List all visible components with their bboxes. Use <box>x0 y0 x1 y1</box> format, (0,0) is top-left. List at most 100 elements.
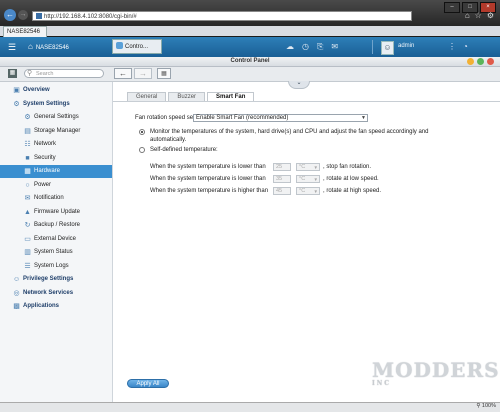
chevron-down-icon: ▼ <box>313 165 318 170</box>
temp-value-input[interactable]: 45 <box>273 187 291 195</box>
sidebar-item-label: Storage Manager <box>34 127 81 134</box>
settings-gear-icon[interactable]: ⚙ <box>487 11 494 20</box>
sidebar-item-label: Backup / Restore <box>34 222 81 228</box>
network-icon: ☷ <box>24 141 31 148</box>
sidebar-item-network[interactable]: ☷ Network <box>0 138 112 151</box>
temp-unit-value: °C <box>299 176 306 182</box>
url-text: http://192.168.4.102:8080/cgi-bin/# <box>44 14 137 20</box>
general-settings-icon: ⚙ <box>24 114 31 121</box>
logs-icon: ☰ <box>24 262 31 270</box>
close-button[interactable] <box>487 58 494 65</box>
temp-unit-select[interactable]: °C ▼ <box>296 163 320 171</box>
maximize-button[interactable] <box>477 58 484 65</box>
background-task-icon[interactable]: ◷ <box>302 42 309 52</box>
control-panel-icon <box>116 42 123 49</box>
sidebar-item-general-settings[interactable]: ⚙ General Settings <box>0 111 112 124</box>
sidebar-item-privilege-settings[interactable]: ☺ Privilege Settings <box>0 273 112 286</box>
zoom-level[interactable]: ⚲ 100% <box>476 403 496 410</box>
external-device-icon[interactable]: ⎘ <box>317 42 323 52</box>
apply-all-button[interactable]: Apply All <box>127 379 169 388</box>
temp-unit-value: °C <box>299 188 306 194</box>
watermark-logo: MODDERS INC <box>372 360 499 400</box>
temp-unit-select[interactable]: °C ▼ <box>296 187 320 195</box>
fan-mode-select[interactable]: Enable Smart Fan (recommended) ▼ <box>193 114 368 122</box>
sidebar-item-external-device[interactable]: ▭ External Device <box>0 233 112 246</box>
view-toggle-icon[interactable]: ▦ <box>8 69 17 78</box>
notification-icon[interactable]: ✉ <box>331 42 338 52</box>
sidebar-item-applications[interactable]: ▩ Applications <box>0 300 112 313</box>
sidebar: ▣ Overview ⚙ System Settings ⚙ General Settin… <box>0 82 113 402</box>
smart-fan-radio[interactable] <box>139 129 145 135</box>
sidebar-item-power[interactable]: ○ Power <box>0 179 112 192</box>
self-defined-radio[interactable] <box>139 147 145 153</box>
forward-button[interactable]: → <box>134 68 152 79</box>
topbar-divider <box>372 40 373 54</box>
search-input[interactable]: Search <box>24 69 104 78</box>
cloud-icon[interactable]: ☁ <box>286 42 294 52</box>
favorites-icon[interactable]: ☆ <box>475 11 482 20</box>
grid-view-icon[interactable]: ▦ <box>157 68 171 79</box>
temp-row-prefix: When the system temperature is lower tha… <box>150 164 266 170</box>
sidebar-item-system-logs[interactable]: ☰ System Logs <box>0 260 112 273</box>
sidebar-item-security[interactable]: ■ Security <box>0 152 112 165</box>
username-menu[interactable]: admin <box>398 43 414 49</box>
browser-back-button[interactable]: ← <box>4 9 16 21</box>
backup-icon: ↻ <box>24 222 31 229</box>
sidebar-item-network-services[interactable]: ◎ Network Services <box>0 287 112 300</box>
qts-top-bar <box>0 37 500 57</box>
external-device-icon: ▭ <box>24 235 31 243</box>
desktop-home-button[interactable]: ⌂ NASE82546 <box>28 40 69 54</box>
sidebar-item-label: Network <box>34 141 57 147</box>
window-title: Control Panel <box>230 58 270 64</box>
sidebar-item-overview[interactable]: ▣ Overview <box>0 84 112 97</box>
sidebar-item-label: Applications <box>23 303 60 309</box>
temp-value-input[interactable]: 25 <box>273 163 291 171</box>
content-tabs: General Buzzer Smart Fan <box>127 92 255 102</box>
temp-value-input[interactable]: 35 <box>273 175 291 183</box>
minimize-window-button[interactable]: – <box>444 2 460 13</box>
back-button[interactable]: ← <box>114 68 132 79</box>
window-buttons <box>467 58 494 65</box>
sidebar-item-system-settings[interactable]: ⚙ System Settings <box>0 98 112 111</box>
smart-fan-option-label: Monitor the temperatures of the system, … <box>150 129 429 135</box>
address-bar[interactable]: http://192.168.4.102:8080/cgi-bin/# <box>32 11 412 21</box>
temp-row-suffix: , stop fan rotation. <box>323 164 372 170</box>
sidebar-item-label: Hardware <box>34 168 61 174</box>
gear-icon: ⚙ <box>13 100 20 108</box>
sidebar-item-firmware-update[interactable]: ▲ Firmware Update <box>0 206 112 219</box>
watermark-main: MODDERS <box>372 358 500 382</box>
temp-unit-select[interactable]: °C ▼ <box>296 175 320 183</box>
browser-tab[interactable]: NASE82546 <box>3 26 48 37</box>
user-avatar-icon[interactable]: ☺ <box>381 41 394 55</box>
tab-title: NASE82546 <box>7 29 41 35</box>
nas-name: NASE82546 <box>35 45 69 51</box>
applications-icon: ▩ <box>13 303 20 310</box>
firmware-icon: ▲ <box>24 208 31 216</box>
app-tab-control-panel[interactable]: Contro... <box>112 39 162 54</box>
more-options-icon[interactable]: ⋮ <box>448 42 456 51</box>
sidebar-item-hardware[interactable]: ▦ Hardware <box>0 165 112 178</box>
sidebar-item-notification[interactable]: ✉ Notification <box>0 192 112 205</box>
browser-toolbar-icons: ⌂ ☆ ⚙ <box>465 11 494 20</box>
temp-row-suffix: , rotate at high speed. <box>323 188 382 194</box>
resource-monitor-icon[interactable]: ◔ <box>463 42 468 51</box>
temp-row-suffix: , rotate at low speed. <box>323 176 379 182</box>
site-icon <box>36 13 42 19</box>
sidebar-item-label: Overview <box>23 87 50 93</box>
sidebar-item-system-status[interactable]: ▥ System Status <box>0 246 112 259</box>
home-icon[interactable]: ⌂ <box>465 11 470 20</box>
sidebar-item-backup-restore[interactable]: ↻ Backup / Restore <box>0 219 112 232</box>
chevron-down-icon: ▼ <box>313 177 318 182</box>
sidebar-item-label: External Device <box>34 235 77 242</box>
power-icon: ○ <box>25 181 30 189</box>
notification-icon: ✉ <box>24 195 31 202</box>
browser-forward-button[interactable]: → <box>18 10 28 20</box>
sidebar-item-label: Power <box>34 181 52 188</box>
main-menu-icon[interactable]: ☰ <box>8 43 16 52</box>
lock-icon: ■ <box>25 154 30 162</box>
topbar-right-icons: ⋮ ◔ <box>448 42 468 51</box>
sidebar-item-storage-manager[interactable]: ▤ Storage Manager <box>0 125 112 138</box>
topbar-icons: ☁ ◷ ⎘ ✉ <box>286 42 338 52</box>
minimize-button[interactable] <box>467 58 474 65</box>
smart-fan-option-label-cont: automatically. <box>150 137 187 143</box>
